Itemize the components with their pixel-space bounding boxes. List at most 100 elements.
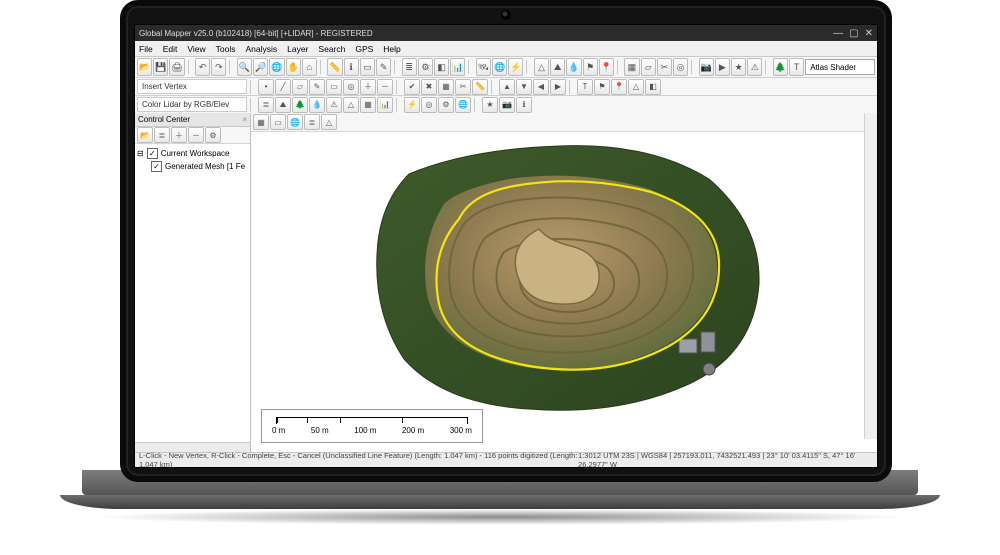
redo-button[interactable]: ↷ [211,58,226,76]
checkbox-icon[interactable]: ✓ [147,148,158,159]
menu-analysis[interactable]: Analysis [245,44,277,54]
pt-5[interactable]: ⚙ [205,127,221,143]
li-tool-12[interactable]: 🌐 [455,97,471,113]
dg-tool-4[interactable]: ✎ [309,79,325,95]
vertical-scrollbar[interactable] [864,113,877,439]
tool-a[interactable]: △ [534,58,549,76]
dg-tool-17[interactable]: ▶ [550,79,566,95]
save-button[interactable]: 💾 [153,58,168,76]
panel-close-button[interactable]: × [242,115,247,124]
cv-1[interactable]: ▦ [253,114,269,130]
menu-tools[interactable]: Tools [216,44,236,54]
undo-button[interactable]: ↶ [195,58,210,76]
info-button[interactable]: ℹ [344,58,359,76]
3d-button[interactable]: ◧ [434,58,449,76]
layers-button[interactable]: ≣ [402,58,417,76]
cv-3[interactable]: 🌐 [287,114,303,130]
dg-tool-12[interactable]: ✂ [455,79,471,95]
dg-tool-21[interactable]: △ [628,79,644,95]
dg-tool-5[interactable]: ▭ [326,79,342,95]
tool-n[interactable]: 🌲 [773,58,788,76]
dg-tool-13[interactable]: 📏 [472,79,488,95]
dg-tool-2[interactable]: ╱ [275,79,291,95]
cv-4[interactable]: ≣ [304,114,320,130]
menu-help[interactable]: Help [383,44,400,54]
layer-tree[interactable]: ⊟ ✓ Current Workspace ✓ Generated Mesh [… [135,144,250,442]
close-button[interactable]: ✕ [865,28,873,39]
li-tool-6[interactable]: △ [343,97,359,113]
menu-edit[interactable]: Edit [163,44,178,54]
select-button[interactable]: ▭ [360,58,375,76]
tool-e[interactable]: 📍 [599,58,614,76]
tree-root[interactable]: ⊟ ✓ Current Workspace [137,147,248,160]
home-button[interactable]: ⌂ [302,58,317,76]
dg-tool-20[interactable]: 📍 [611,79,627,95]
li-tool-5[interactable]: ⚠ [326,97,342,113]
tool-h[interactable]: ✂ [657,58,672,76]
dg-tool-10[interactable]: ✖ [421,79,437,95]
maximize-button[interactable]: ▢ [849,28,858,39]
zoom-in-button[interactable]: 🔍 [237,58,252,76]
config-button[interactable]: ⚙ [418,58,433,76]
tool-c[interactable]: 💧 [566,58,581,76]
pt-3[interactable]: ＋ [171,127,187,143]
tool-j[interactable]: 📷 [699,58,714,76]
li-tool-7[interactable]: ▦ [360,97,376,113]
dg-tool-16[interactable]: ◀ [533,79,549,95]
tool-o[interactable]: T [789,58,804,76]
li-tool-13[interactable]: ★ [482,97,498,113]
dg-tool-6[interactable]: ◎ [343,79,359,95]
checkbox-icon[interactable]: ✓ [151,161,162,172]
measure-button[interactable]: 📏 [327,58,342,76]
li-tool-4[interactable]: 💧 [309,97,325,113]
li-tool-15[interactable]: ℹ [516,97,532,113]
li-tool-1[interactable]: ≣ [258,97,274,113]
menu-file[interactable]: File [139,44,153,54]
tool-m[interactable]: ⚠ [747,58,762,76]
dg-tool-14[interactable]: ▲ [499,79,515,95]
minimize-button[interactable]: — [833,28,843,39]
menu-layer[interactable]: Layer [287,44,308,54]
open-button[interactable]: 📂 [137,58,152,76]
menu-gps[interactable]: GPS [355,44,373,54]
pt-4[interactable]: － [188,127,204,143]
lidar-color-field[interactable]: Color Lidar by RGB/Elev [137,97,247,112]
tool-f[interactable]: ▦ [624,58,639,76]
li-tool-2[interactable]: ⛰ [275,97,291,113]
digitize-mode-field[interactable]: Insert Vertex [137,79,247,94]
cv-5[interactable]: △ [321,114,337,130]
cv-2[interactable]: ▭ [270,114,286,130]
online-button[interactable]: 🌐 [492,58,507,76]
menu-view[interactable]: View [187,44,205,54]
script-button[interactable]: ⚡ [508,58,523,76]
tool-g[interactable]: ▱ [641,58,656,76]
digitize-button[interactable]: ✎ [376,58,391,76]
dg-tool-8[interactable]: － [377,79,393,95]
dg-tool-18[interactable]: T [577,79,593,95]
shader-dropdown[interactable]: Atlas Shader [805,59,875,75]
map-canvas[interactable]: ▦ ▭ 🌐 ≣ △ [251,113,877,453]
dg-tool-11[interactable]: ▦ [438,79,454,95]
pan-button[interactable]: ✋ [286,58,301,76]
li-tool-14[interactable]: 📷 [499,97,515,113]
gps-button[interactable]: 🛰 [476,58,491,76]
li-tool-3[interactable]: 🌲 [292,97,308,113]
zoom-out-button[interactable]: 🔎 [253,58,268,76]
dg-tool-22[interactable]: ◧ [645,79,661,95]
li-tool-11[interactable]: ⚙ [438,97,454,113]
tool-d[interactable]: ⚑ [583,58,598,76]
menu-search[interactable]: Search [318,44,345,54]
li-tool-9[interactable]: ⚡ [404,97,420,113]
tool-l[interactable]: ★ [731,58,746,76]
tool-b[interactable]: ⛰ [550,58,565,76]
tree-item-mesh[interactable]: ✓ Generated Mesh [1 Fe [137,160,248,173]
zoom-full-button[interactable]: 🌐 [269,58,284,76]
dg-tool-1[interactable]: • [258,79,274,95]
dg-tool-3[interactable]: ▱ [292,79,308,95]
tool-i[interactable]: ◎ [673,58,688,76]
chart-button[interactable]: 📊 [450,58,465,76]
li-tool-8[interactable]: 📊 [377,97,393,113]
li-tool-10[interactable]: ◎ [421,97,437,113]
pt-2[interactable]: ≣ [154,127,170,143]
pt-1[interactable]: 📂 [137,127,153,143]
